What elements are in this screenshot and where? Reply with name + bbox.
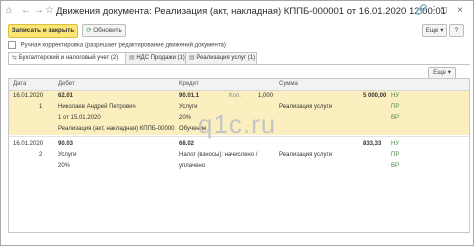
title-bar: ⌂ ← → ☆ Движения документа: Реализация (… bbox=[1, 1, 473, 22]
cell-qty: 1,000 bbox=[258, 93, 274, 99]
chevron-down-icon: ▾ bbox=[440, 27, 444, 34]
manual-edit-checkbox[interactable] bbox=[8, 41, 16, 49]
cell-line-number: 1 bbox=[39, 104, 43, 110]
table-row[interactable]: 16.01.2020 62.01 90.01.1 Кол. 1,000 5 00… bbox=[9, 91, 469, 102]
tab-services-sale[interactable]: ▤ Реализация услуг (1) bbox=[185, 52, 257, 64]
chevron-down-icon: ▾ bbox=[447, 69, 451, 76]
cell-debit-subconto: 1 от 15.01.2020 bbox=[58, 115, 101, 121]
tab-accounting-label: Бухгалтерский и налоговый учет (2) bbox=[18, 55, 119, 61]
refresh-button[interactable]: ⟳ Обновить bbox=[82, 24, 126, 37]
cell-tag: НУ bbox=[391, 93, 400, 99]
cell-credit-account: 90.01.1 bbox=[179, 93, 200, 99]
cell-content: Реализация услуги bbox=[279, 104, 333, 110]
col-debit[interactable]: Дебет bbox=[58, 81, 75, 87]
tab-vat-sales[interactable]: ▤ НДС Продажи (1) bbox=[125, 52, 189, 64]
link-icon[interactable]: 🔗 bbox=[415, 5, 427, 17]
more-label: Еще bbox=[425, 27, 439, 34]
table-row[interactable]: 2 Услуги Налог (взносы): начислено / Реа… bbox=[9, 150, 469, 161]
cell-tag: ПР bbox=[391, 104, 400, 110]
cell-sum: 5 000,00 bbox=[363, 93, 387, 99]
help-button[interactable]: ? bbox=[449, 24, 464, 37]
vat-tab-icon: ▤ bbox=[129, 55, 135, 61]
tab-vat-sales-label: НДС Продажи (1) bbox=[136, 55, 185, 61]
tab-divider bbox=[8, 64, 470, 65]
cell-line-number: 2 bbox=[39, 152, 43, 158]
movements-table: Дата Дебет Кредит Сумма 16.01.2020 62.01… bbox=[8, 78, 470, 233]
cell-credit-subconto: уплачено bbox=[179, 163, 206, 169]
cell-tag: НУ bbox=[391, 141, 400, 147]
refresh-label: Обновить bbox=[93, 27, 122, 34]
watermark: q1c.ru bbox=[198, 109, 277, 139]
accounting-tab-icon: ⇆ bbox=[12, 55, 18, 61]
cell-tag: ВР bbox=[391, 115, 400, 121]
cell-debit-subconto: Реализация (акт, накладная) КППБ-00000 bbox=[58, 126, 175, 132]
cell-tag: ПР bbox=[391, 152, 400, 158]
cell-debit-subconto: 20% bbox=[58, 163, 71, 169]
cell-debit-account: 90.03 bbox=[58, 141, 74, 147]
minimize-icon[interactable]: □ bbox=[441, 5, 447, 17]
manual-edit-row: Ручная корректировка (разрешает редактир… bbox=[8, 41, 226, 49]
cell-qty-label: Кол. bbox=[229, 93, 241, 99]
cell-credit-subconto: Налог (взносы): начислено / bbox=[179, 152, 258, 158]
cell-debit-account: 62.01 bbox=[58, 93, 74, 99]
col-sum[interactable]: Сумма bbox=[279, 81, 298, 87]
document-movements-window: ⌂ ← → ☆ Движения документа: Реализация (… bbox=[0, 0, 474, 246]
cell-sum: 833,33 bbox=[363, 141, 382, 147]
table-header: Дата Дебет Кредит Сумма bbox=[9, 79, 469, 91]
grid-more-label: Еще bbox=[433, 69, 446, 76]
more-icon[interactable]: ⋮ bbox=[429, 5, 439, 17]
more-button[interactable]: Еще ▾ bbox=[422, 24, 447, 37]
table-row[interactable]: 16.01.2020 90.03 68.02 833,33 НУ bbox=[9, 139, 469, 150]
tab-services-sale-label: Реализация услуг (1) bbox=[196, 55, 256, 61]
home-icon[interactable]: ⌂ bbox=[6, 5, 12, 17]
cell-credit-subconto: Услуги bbox=[179, 104, 198, 110]
window-title: Движения документа: Реализация (акт, нак… bbox=[56, 6, 446, 17]
cell-credit-subconto: 20% bbox=[179, 115, 192, 121]
cell-date: 16.01.2020 bbox=[13, 93, 44, 99]
refresh-icon: ⟳ bbox=[86, 27, 92, 34]
cell-debit-subconto: Николаев Андрей Петрович bbox=[58, 104, 136, 110]
manual-edit-label: Ручная корректировка (разрешает редактир… bbox=[20, 42, 226, 49]
close-icon[interactable]: × bbox=[457, 5, 463, 17]
back-arrow-icon[interactable]: ← bbox=[21, 5, 31, 17]
col-date[interactable]: Дата bbox=[13, 81, 26, 87]
forward-arrow-icon[interactable]: → bbox=[34, 5, 44, 17]
col-credit[interactable]: Кредит bbox=[179, 81, 199, 87]
cell-credit-account: 68.02 bbox=[179, 141, 195, 147]
save-and-close-button[interactable]: Записать и закрыть bbox=[8, 24, 78, 38]
cell-date: 16.01.2020 bbox=[13, 141, 44, 147]
cell-tag: ВР bbox=[391, 163, 400, 169]
cell-content: Реализация услуги bbox=[279, 152, 333, 158]
cell-debit-subconto: Услуги bbox=[58, 152, 77, 158]
table-row[interactable]: 20% уплачено ВР bbox=[9, 161, 469, 172]
star-icon[interactable]: ☆ bbox=[45, 5, 54, 17]
services-tab-icon: ▤ bbox=[189, 55, 195, 61]
